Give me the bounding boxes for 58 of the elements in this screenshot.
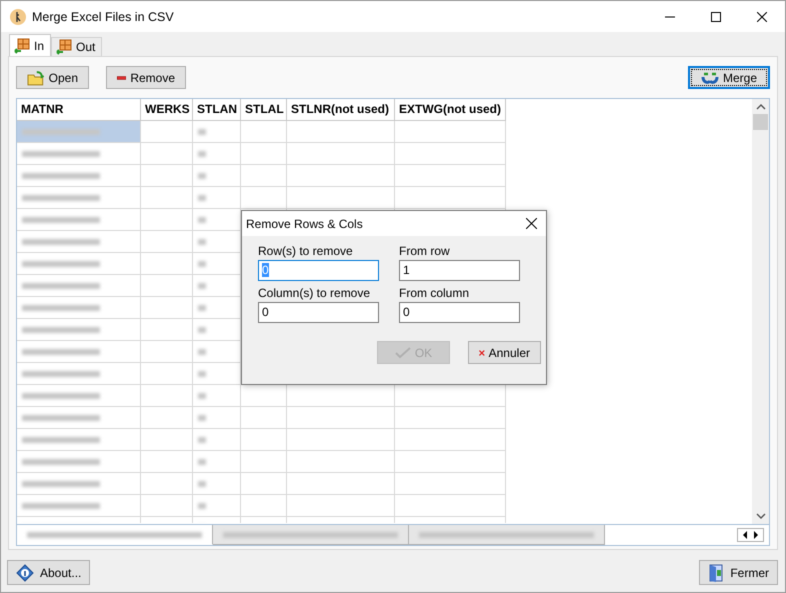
- tab[interactable]: Out: [51, 37, 102, 56]
- open-button[interactable]: Open: [16, 66, 89, 89]
- blurred-text: [198, 414, 206, 420]
- blurred-text: [198, 436, 206, 442]
- column-header[interactable]: STLNR(not used): [287, 99, 395, 121]
- scroll-up-icon[interactable]: [756, 104, 766, 110]
- blurred-text: [198, 480, 206, 486]
- blurred-text: [198, 502, 206, 508]
- close-icon[interactable]: [526, 218, 537, 229]
- door-icon: [708, 564, 724, 582]
- tab[interactable]: In: [9, 34, 52, 56]
- input-field[interactable]: 1: [399, 260, 520, 281]
- folder-icon: [27, 70, 45, 86]
- column-header[interactable]: MATNR: [17, 99, 141, 121]
- input-field[interactable]: 0: [258, 302, 379, 323]
- blurred-text: [198, 128, 206, 134]
- blurred-text: [198, 238, 206, 244]
- sheet-scroll-buttons[interactable]: [737, 528, 764, 542]
- input-field[interactable]: 0: [399, 302, 520, 323]
- field-label: Column(s) to remove: [258, 286, 372, 300]
- table-arrow-icon: [14, 38, 30, 54]
- remove-button[interactable]: Remove: [106, 66, 186, 89]
- minus-icon: [117, 74, 126, 80]
- field-label: From column: [399, 286, 470, 300]
- info-icon: [16, 564, 34, 582]
- blurred-text: [198, 150, 206, 156]
- field-label: From row: [399, 244, 451, 258]
- column-header[interactable]: STLAN: [193, 99, 241, 121]
- blurred-text: [198, 304, 206, 310]
- blurred-text: [198, 260, 206, 266]
- blurred-text: [198, 370, 206, 376]
- column-header[interactable]: WERKS: [141, 99, 193, 121]
- scroll-down-icon[interactable]: [756, 513, 766, 519]
- merge-icon: [700, 70, 719, 84]
- check-icon: [394, 346, 411, 358]
- maximize-icon[interactable]: [711, 12, 721, 22]
- blurred-text: [198, 172, 206, 178]
- scrollbar[interactable]: [752, 99, 769, 524]
- blurred-text: [198, 392, 206, 398]
- close-button[interactable]: Fermer: [699, 560, 778, 585]
- app-icon: [10, 8, 26, 24]
- blurred-text: [198, 282, 206, 288]
- blurred-text: [198, 326, 206, 332]
- scrollbar-thumb[interactable]: [753, 114, 768, 130]
- table-arrow-icon: [56, 39, 72, 55]
- column-header[interactable]: STLAL: [241, 99, 287, 121]
- window-title: Merge Excel Files in CSV: [32, 10, 174, 24]
- merge-button[interactable]: Merge: [688, 66, 770, 89]
- blurred-text: [198, 348, 206, 354]
- column-header[interactable]: EXTWG(not used): [395, 99, 506, 121]
- dialog-title: Remove Rows & Cols: [246, 216, 363, 230]
- field-label: Row(s) to remove: [258, 244, 354, 258]
- blurred-text: [198, 194, 206, 200]
- about-button[interactable]: About...: [7, 560, 90, 585]
- close-icon[interactable]: [757, 12, 767, 22]
- cancel-button[interactable]: Annuler: [468, 341, 541, 364]
- blurred-text: [198, 458, 206, 464]
- blurred-text: [198, 216, 206, 222]
